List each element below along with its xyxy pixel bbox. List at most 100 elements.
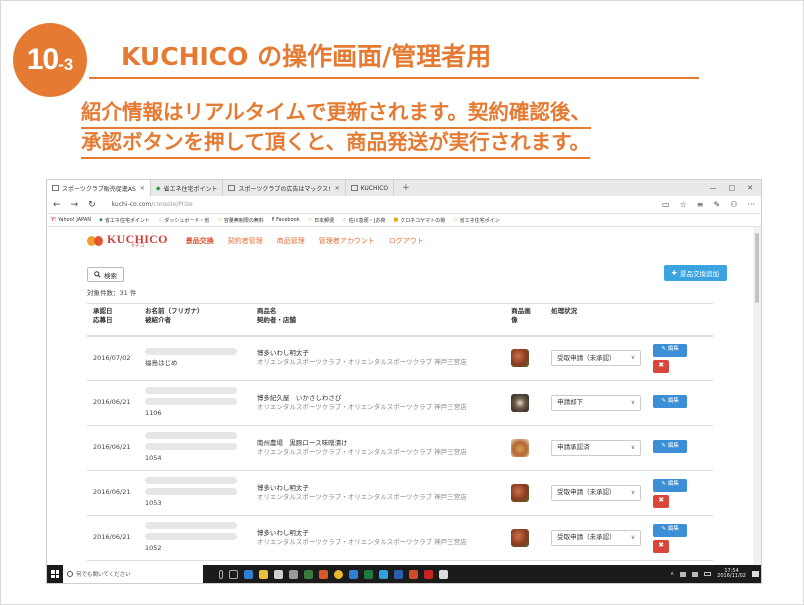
refresh-icon[interactable]: ↻ [88, 200, 96, 210]
status-select[interactable]: 受取申請（未承認） ∨ [551, 530, 642, 546]
battery-icon[interactable] [704, 572, 712, 576]
delete-button[interactable]: ✖ [653, 359, 670, 373]
task-view-icon[interactable] [229, 569, 238, 579]
search-button[interactable]: 検索 [87, 267, 124, 282]
product-thumbnail[interactable] [511, 349, 530, 368]
favorite-item[interactable]: Y! Yahoo! JAPAN [51, 217, 91, 223]
scrollbar-thumb[interactable] [755, 233, 759, 303]
favorite-item[interactable]: ☆ 省エネ住宅ポイン [453, 217, 500, 224]
chrome-icon[interactable] [334, 569, 343, 579]
acrobat-icon[interactable] [424, 569, 433, 579]
edit-button[interactable]: ✎ 編集 [653, 395, 688, 408]
delete-button[interactable]: ✖ [653, 539, 670, 553]
mic-icon[interactable] [219, 569, 223, 579]
taskbar-clock[interactable]: 17:54 2016/11/02 [717, 568, 746, 580]
favorite-star-icon[interactable]: ☆ [680, 200, 687, 209]
cell-actions: ✎ 編集 ✖ [647, 470, 713, 516]
minimize-icon[interactable]: — [710, 184, 717, 192]
hub-icon[interactable]: ≡ [697, 200, 704, 209]
word-icon[interactable] [394, 569, 403, 579]
pencil-icon: ✎ [661, 397, 666, 404]
nav-prize-exchange[interactable]: 景品交換 [186, 236, 214, 246]
favorite-item[interactable]: ☆ 佐川急便・[お荷 [342, 217, 385, 224]
nav-admin-account[interactable]: 管理者アカウント [319, 236, 375, 246]
edit-button[interactable]: ✎ 編集 [653, 478, 688, 492]
logo-mark-icon [87, 234, 105, 248]
product-thumbnail[interactable] [511, 484, 530, 502]
network-icon[interactable] [680, 571, 687, 577]
explorer-icon[interactable] [259, 569, 268, 579]
favorite-item[interactable]: f Facebook [272, 217, 300, 223]
volume-icon[interactable] [692, 571, 699, 577]
share-icon[interactable]: ⚇ [730, 200, 737, 209]
plus-icon: ✚ [671, 269, 677, 277]
chevron-down-icon: ∨ [630, 354, 636, 362]
favorite-item[interactable]: ◆ 省エネ住宅ポイント [99, 217, 150, 224]
store-icon[interactable] [274, 569, 283, 579]
cell-date: 2016/07/02 [87, 335, 139, 381]
edge-icon[interactable] [244, 569, 253, 579]
url-field[interactable]: kuchi-co.com/console/Prize [112, 201, 193, 208]
close-icon[interactable]: ✕ [335, 185, 340, 192]
reading-view-icon[interactable]: ▭ [662, 200, 670, 209]
browser-tab-4[interactable]: KUCHICO [346, 180, 395, 196]
close-window-icon[interactable]: ✕ [747, 184, 753, 192]
app-icon[interactable] [304, 569, 313, 579]
status-select[interactable]: 申請却下 ∨ [551, 395, 642, 411]
start-button[interactable] [47, 565, 63, 583]
maximize-icon[interactable]: □ [729, 184, 736, 192]
redacted-name [144, 348, 237, 356]
powerpoint-icon[interactable] [409, 569, 418, 579]
excel-icon[interactable] [364, 569, 373, 579]
table-header-row: 承認日 応募日 お名前（フリガナ） 被紹介者 商品名 契約者・店舗 商品画像 処理状況 [87, 303, 713, 337]
more-icon[interactable]: ··· [747, 200, 755, 209]
photos-icon[interactable] [439, 569, 448, 579]
chevron-up-icon[interactable]: ∧ [670, 571, 674, 577]
mail-icon[interactable] [289, 569, 298, 579]
favorite-item[interactable]: ☆ ダッシュボード・省 [158, 217, 210, 224]
column-header-product[interactable]: 商品名 契約者・店舗 [250, 303, 506, 337]
notification-icon[interactable] [752, 571, 759, 577]
product-thumbnail[interactable] [511, 439, 530, 457]
edit-button[interactable]: ✎ 編集 [653, 343, 688, 357]
new-tab-button[interactable]: + [394, 183, 418, 193]
favorite-item[interactable]: ☆ 容量無制限の無料 [217, 217, 264, 224]
nav-product-management[interactable]: 商品管理 [277, 236, 305, 246]
taskbar-search[interactable]: 何でも聞いてください [63, 565, 203, 583]
status-select[interactable]: 受取申請（未承認） ∨ [551, 485, 642, 501]
nav-logout[interactable]: ログアウト [389, 236, 424, 246]
star-icon: ☆ [157, 217, 163, 223]
status-select[interactable]: 申請承認済 ∨ [551, 440, 642, 456]
add-prize-exchange-button[interactable]: ✚ 景品交換追加 [663, 265, 727, 281]
column-header-status[interactable]: 処理状況 [545, 303, 648, 337]
column-header-name[interactable]: お名前（フリガナ） 被紹介者 [138, 303, 251, 337]
chevron-down-icon: ∨ [630, 398, 636, 406]
product-thumbnail[interactable] [511, 394, 530, 412]
favorite-item[interactable]: ☆ 日本郵便 [308, 217, 335, 224]
nav-contractor-management[interactable]: 契約者管理 [228, 236, 263, 246]
app-icon[interactable] [349, 569, 358, 579]
product-thumbnail[interactable] [511, 529, 530, 547]
browser-tab-1[interactable]: スポーツクラブ販売促進AS ✕ [47, 180, 151, 196]
status-select[interactable]: 受取申請（未承認） ∨ [551, 350, 642, 367]
browser-tab-2[interactable]: ◆ 省エネ住宅ポイント [151, 180, 224, 196]
favorite-item[interactable]: ■ クロネコヤマトの荷 [394, 217, 446, 224]
edit-button[interactable]: ✎ 編集 [653, 523, 688, 537]
kuchico-logo[interactable]: KUCHICO クチコ [87, 233, 168, 250]
web-note-icon[interactable]: ✎ [713, 200, 720, 209]
logo-kana: クチコ [130, 243, 145, 249]
edit-button[interactable]: ✎ 編集 [653, 440, 688, 453]
delete-button[interactable]: ✖ [653, 494, 670, 508]
star-icon: ☆ [307, 217, 313, 223]
redacted-name [144, 443, 237, 451]
close-icon[interactable]: ✕ [140, 185, 145, 192]
page-scrollbar[interactable] [753, 227, 761, 567]
app-icon[interactable] [319, 569, 328, 579]
back-icon[interactable]: ← [53, 200, 61, 210]
browser-tab-3[interactable]: スポーツクラブの広告はマックス! ✕ [223, 180, 346, 196]
forward-icon[interactable]: → [71, 200, 79, 210]
system-tray: ∧ 17:54 2016/11/02 [670, 568, 761, 580]
ie-icon[interactable] [379, 569, 388, 579]
column-header-date[interactable]: 承認日 応募日 [87, 303, 139, 337]
column-header-actions [647, 303, 713, 337]
